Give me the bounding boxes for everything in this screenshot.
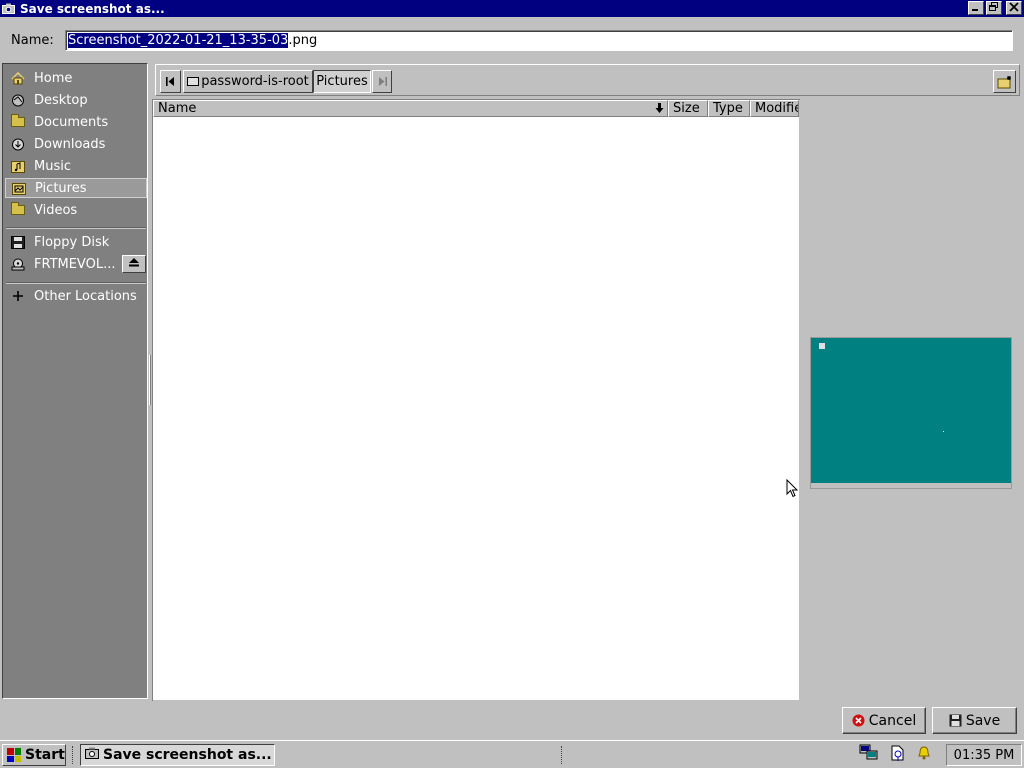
column-type[interactable]: Type — [708, 100, 750, 117]
cancel-icon — [852, 714, 865, 727]
close-icon[interactable] — [1006, 1, 1022, 15]
sidebar-item-music[interactable]: Music — [5, 156, 147, 176]
sidebar-item-label: Pictures — [35, 180, 87, 196]
preview-desktop-icon — [819, 343, 825, 349]
taskbar-grip[interactable] — [561, 746, 564, 764]
sidebar-item-label: Other Locations — [34, 288, 137, 304]
crumb-label: Pictures — [316, 74, 368, 89]
sidebar-item-label: Documents — [34, 114, 109, 130]
maximize-icon[interactable] — [986, 1, 1002, 15]
taskbar-grip[interactable] — [72, 746, 75, 764]
system-tray — [857, 744, 943, 766]
crumb-label: password-is-root — [201, 74, 309, 89]
sidebar-item-label: Desktop — [34, 92, 88, 108]
filename-selected-text: Screenshot_2022-01-21_13-35-03 — [68, 33, 289, 48]
sidebar-item-label: Downloads — [34, 136, 106, 152]
sidebar-item-label: Music — [34, 158, 71, 174]
sidebar-item-cdrom[interactable]: FRTMEVOL... — [5, 254, 147, 274]
crumb-pictures[interactable]: Pictures — [313, 70, 371, 93]
name-row: Name: Screenshot_2022-01-21_13-35-03.png — [0, 28, 1024, 54]
new-folder-icon[interactable] — [993, 70, 1016, 93]
home-icon — [10, 71, 26, 85]
column-label: Modifie — [755, 101, 799, 116]
window-title: Save screenshot as... — [20, 1, 165, 16]
column-modified[interactable]: Modifie — [750, 100, 799, 117]
file-list[interactable] — [153, 117, 799, 700]
sidebar-separator — [6, 227, 146, 229]
sidebar-item-label: FRTMEVOL... — [34, 256, 116, 272]
cancel-label: Cancel — [868, 712, 917, 729]
left-arrow-icon[interactable] — [160, 70, 181, 93]
network-icon[interactable] — [859, 744, 879, 766]
eject-icon[interactable] — [122, 255, 146, 273]
sidebar-item-documents[interactable]: Documents — [5, 112, 147, 132]
task-label: Save screenshot as... — [103, 747, 272, 763]
sidebar-separator — [6, 282, 146, 284]
places-sidebar: Home Desktop Documents Downloads Music P… — [2, 63, 148, 699]
preview-cursor-dot — [943, 431, 944, 432]
sidebar-item-desktop[interactable]: Desktop — [5, 90, 147, 110]
save-disk-icon — [949, 714, 962, 727]
sidebar-item-label: Home — [34, 70, 73, 86]
pane-splitter[interactable] — [149, 355, 151, 405]
clock-time: 01:35 PM — [953, 747, 1015, 763]
cdrom-icon — [10, 257, 26, 271]
windows-logo-icon — [7, 748, 21, 762]
camera-icon — [0, 1, 16, 17]
sidebar-item-label: Videos — [34, 202, 78, 218]
taskbar: Start Save screenshot as... 01:35 PM — [0, 740, 1024, 768]
preview-taskbar — [811, 483, 1011, 488]
clock[interactable]: 01:35 PM — [946, 744, 1022, 766]
right-arrow-icon[interactable] — [372, 70, 392, 93]
filename-extension: .png — [288, 33, 318, 48]
sidebar-item-videos[interactable]: Videos — [5, 200, 147, 220]
file-list-header: Name Size Type Modifie — [153, 100, 799, 117]
save-button[interactable]: Save — [932, 707, 1017, 734]
save-label: Save — [965, 712, 1001, 729]
downloads-folder-icon — [10, 137, 26, 151]
sidebar-item-floppy-disk[interactable]: Floppy Disk — [5, 232, 147, 252]
floppy-disk-icon — [10, 235, 26, 249]
plus-icon — [10, 289, 26, 303]
documents-folder-icon — [10, 114, 26, 129]
cancel-button[interactable]: Cancel — [842, 707, 926, 734]
pictures-folder-icon — [11, 181, 27, 195]
taskbar-task-save-screenshot[interactable]: Save screenshot as... — [80, 744, 275, 766]
sidebar-item-home[interactable]: Home — [5, 68, 147, 88]
sort-down-arrow-icon — [655, 101, 664, 116]
sidebar-item-other-locations[interactable]: Other Locations — [5, 286, 147, 306]
sidebar-item-downloads[interactable]: Downloads — [5, 134, 147, 154]
minimize-icon[interactable] — [968, 1, 984, 15]
sidebar-item-label: Floppy Disk — [34, 234, 110, 250]
videos-folder-icon — [10, 202, 26, 217]
name-label: Name: — [11, 33, 54, 48]
mouse-cursor-icon — [786, 479, 799, 498]
title-bar: Save screenshot as... — [0, 0, 1024, 17]
path-bar: password-is-root Pictures — [155, 64, 1020, 96]
folder-icon — [187, 77, 200, 86]
screenshot-preview — [810, 337, 1012, 489]
column-label: Name — [158, 101, 197, 116]
music-folder-icon — [10, 159, 26, 173]
start-button[interactable]: Start — [2, 744, 66, 766]
notification-bell-icon[interactable] — [917, 745, 931, 765]
column-size[interactable]: Size — [668, 100, 708, 117]
start-label: Start — [25, 747, 65, 763]
camera-icon — [85, 747, 99, 763]
desktop-icon — [10, 93, 26, 107]
column-name[interactable]: Name — [153, 100, 668, 117]
column-label: Size — [673, 101, 700, 116]
crumb-password-is-root[interactable]: password-is-root — [183, 70, 313, 93]
sidebar-item-pictures[interactable]: Pictures — [5, 178, 147, 198]
column-label: Type — [713, 101, 743, 116]
filename-input[interactable]: Screenshot_2022-01-21_13-35-03.png — [65, 30, 1013, 51]
security-icon[interactable] — [889, 744, 907, 766]
